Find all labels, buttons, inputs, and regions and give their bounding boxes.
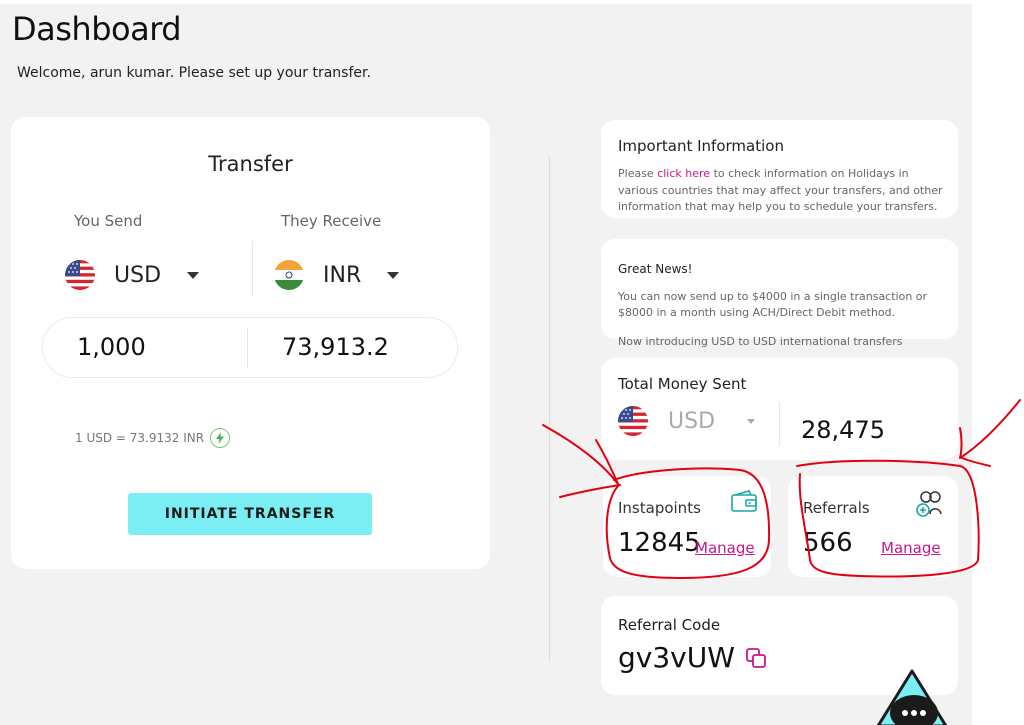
click-here-link[interactable]: click here [657, 167, 710, 180]
copy-icon[interactable] [745, 647, 767, 669]
initiate-transfer-button[interactable]: INITIATE TRANSFER [128, 493, 372, 535]
instapoints-manage-link[interactable]: Manage [695, 539, 755, 557]
currency-divider [252, 241, 253, 297]
total-money-currency-select[interactable]: USD [618, 406, 756, 436]
referral-code-value: gv3vUW [618, 641, 735, 674]
exchange-rate: 1 USD = 73.9132 INR [75, 428, 231, 448]
receive-amount-input[interactable]: 73,913.2 [282, 333, 389, 361]
exchange-rate-text: 1 USD = 73.9132 INR [75, 431, 205, 445]
news-text: You can now send up to $4000 in a single… [618, 290, 928, 319]
receive-currency-code: INR [323, 262, 362, 288]
instapoints-label: Instapoints [618, 499, 701, 517]
referral-code: gv3vUW [618, 641, 767, 674]
rate-lightning-icon[interactable] [210, 428, 231, 448]
wallet-icon [731, 490, 757, 516]
total-money-currency-code: USD [668, 408, 716, 434]
news-card: Great News! You can now send up to $4000… [601, 239, 958, 339]
caret-down-icon [187, 271, 200, 279]
send-currency-select[interactable]: USD [65, 257, 200, 293]
caret-down-icon [387, 271, 400, 279]
us-flag-icon [618, 406, 648, 436]
chatbot-icon[interactable] [874, 668, 950, 725]
they-receive-label: They Receive [281, 212, 382, 230]
caret-down-icon [747, 418, 756, 424]
important-info-text: Please click here to check information o… [618, 166, 948, 216]
instapoints-value: 12845 [618, 528, 701, 558]
transfer-title: Transfer [208, 152, 293, 176]
total-money-title: Total Money Sent [618, 375, 747, 393]
welcome-message: Welcome, arun kumar. Please set up your … [17, 65, 371, 81]
referrals-card: Referrals 566 Manage [788, 476, 958, 577]
receive-currency-select[interactable]: INR [274, 257, 400, 293]
page-title: Dashboard [12, 10, 182, 48]
news-extra-text: Now introducing USD to USD international… [618, 335, 903, 348]
referrals-manage-link[interactable]: Manage [881, 539, 941, 557]
amount-box: 1,000 73,913.2 [42, 317, 458, 378]
info-text-before: Please [618, 167, 658, 180]
amount-divider [247, 328, 248, 368]
money-divider [779, 402, 780, 446]
us-flag-icon [65, 260, 95, 290]
india-flag-icon [274, 260, 304, 290]
referrals-value: 566 [803, 528, 853, 558]
referrals-label: Referrals [803, 499, 870, 517]
column-separator [549, 156, 550, 662]
news-title: Great News! [618, 262, 693, 276]
instapoints-card: Instapoints 12845 Manage [603, 476, 771, 577]
total-money-card: Total Money Sent USD 28,475 [601, 358, 958, 460]
you-send-label: You Send [74, 212, 143, 230]
dashboard-page: Dashboard Welcome, arun kumar. Please se… [0, 4, 972, 725]
total-money-value: 28,475 [801, 416, 885, 444]
referral-code-title: Referral Code [618, 616, 721, 634]
add-user-icon [916, 490, 944, 522]
transfer-card: Transfer You Send They Receive USD INR 1… [11, 117, 490, 569]
important-info-title: Important Information [618, 137, 784, 155]
send-currency-code: USD [114, 262, 162, 288]
important-info-card: Important Information Please click here … [601, 120, 958, 218]
send-amount-input[interactable]: 1,000 [77, 333, 146, 361]
